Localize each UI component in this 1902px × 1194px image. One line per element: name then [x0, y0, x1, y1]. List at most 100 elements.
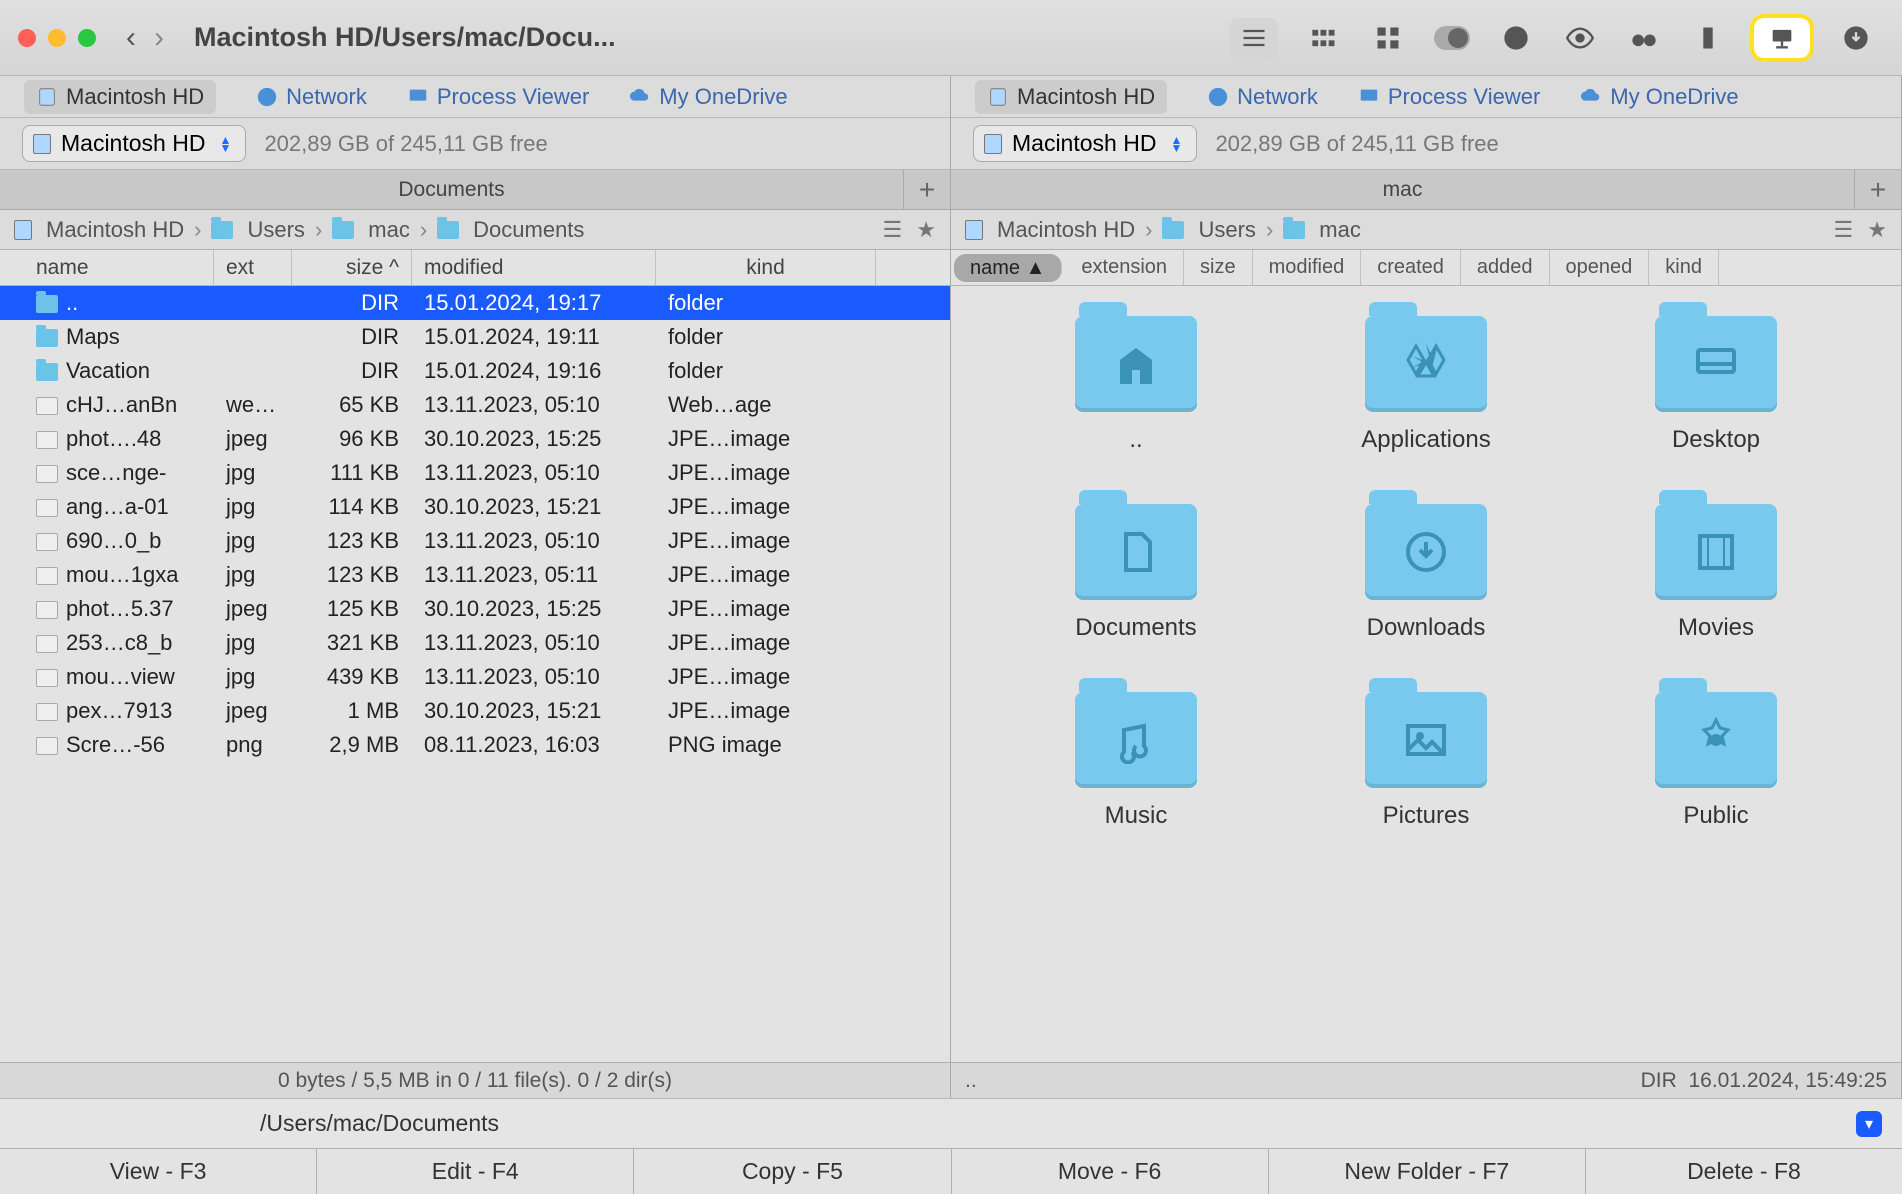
table-row[interactable]: pex…7913jpeg1 MB30.10.2023, 15:21JPE…ima… [0, 694, 950, 728]
crumb-users[interactable]: Users [211, 217, 304, 243]
table-row[interactable]: ..DIR15.01.2024, 19:17folder [0, 286, 950, 320]
fkey-move[interactable]: Move - F6 [952, 1149, 1269, 1194]
folder-public[interactable]: Public [1616, 692, 1816, 830]
icon-grid-right[interactable]: .. Applications Desktop Documents Downloads M… [951, 286, 1901, 1062]
tab-documents[interactable]: Documents [0, 170, 904, 209]
col-opened[interactable]: opened [1550, 250, 1650, 285]
favorite-icon[interactable]: ★ [916, 217, 936, 243]
tab-mac[interactable]: mac [951, 170, 1855, 209]
folder-movies[interactable]: Movies [1616, 504, 1816, 642]
bookmark-network[interactable]: Network [1207, 84, 1318, 110]
bookmark-network[interactable]: Network [256, 84, 367, 110]
folder-icon [36, 329, 58, 347]
quicklook-icon[interactable] [1562, 20, 1598, 56]
table-row[interactable]: 690…0_bjpg123 KB13.11.2023, 05:10JPE…ima… [0, 524, 950, 558]
bookmark-macintosh-hd[interactable]: Macintosh HD [24, 80, 216, 114]
cell-name: phot…5.37 [0, 596, 214, 622]
path-dropdown-icon[interactable]: ▾ [1856, 1111, 1882, 1137]
drive-button[interactable]: Macintosh HD ▲▼ [22, 125, 246, 162]
table-row[interactable]: MapsDIR15.01.2024, 19:11folder [0, 320, 950, 354]
table-row[interactable]: VacationDIR15.01.2024, 19:16folder [0, 354, 950, 388]
file-icon [36, 635, 58, 653]
folder-label: Applications [1361, 426, 1490, 454]
cell-ext: jpg [214, 630, 292, 656]
forward-button[interactable]: › [154, 21, 164, 55]
file-icon [36, 431, 58, 449]
bookmark-my-onedrive[interactable]: My OneDrive [1580, 84, 1738, 110]
back-button[interactable]: ‹ [126, 21, 136, 55]
col-modified[interactable]: modified [412, 250, 656, 285]
list-toggle-icon[interactable]: ☰ [1834, 217, 1854, 243]
folder-applications[interactable]: Applications [1326, 316, 1526, 454]
folder-pictures[interactable]: Pictures [1326, 692, 1526, 830]
fkey-delete[interactable]: Delete - F8 [1586, 1149, 1902, 1194]
binoculars-icon[interactable] [1626, 20, 1662, 56]
add-tab-right[interactable]: + [1855, 170, 1901, 209]
maximize-button[interactable] [78, 29, 96, 47]
add-tab-left[interactable]: + [904, 170, 950, 209]
table-row[interactable]: cHJ…anBnwe…65 KB13.11.2023, 05:10Web…age [0, 388, 950, 422]
table-row[interactable]: mou…viewjpg439 KB13.11.2023, 05:10JPE…im… [0, 660, 950, 694]
path-bar[interactable]: /Users/mac/Documents ▾ [0, 1098, 1902, 1148]
table-row[interactable]: ang…a-01jpg114 KB30.10.2023, 15:21JPE…im… [0, 490, 950, 524]
crumb-documents[interactable]: Documents [437, 217, 584, 243]
table-row[interactable]: phot…5.37jpeg125 KB30.10.2023, 15:25JPE…… [0, 592, 950, 626]
list-toggle-icon[interactable]: ☰ [883, 217, 903, 243]
folder-documents[interactable]: Documents [1036, 504, 1236, 642]
crumb-mac[interactable]: mac [1283, 217, 1361, 243]
minimize-button[interactable] [48, 29, 66, 47]
table-row[interactable]: sce…nge-jpg111 KB13.11.2023, 05:10JPE…im… [0, 456, 950, 490]
col-kind[interactable]: kind [1649, 250, 1719, 285]
hd-icon [36, 86, 58, 108]
archive-icon[interactable] [1690, 20, 1726, 56]
close-button[interactable] [18, 29, 36, 47]
col-name[interactable]: name ▲ [954, 254, 1062, 282]
grid-view-icon[interactable] [1370, 20, 1406, 56]
bookmark-macintosh-hd[interactable]: Macintosh HD [975, 80, 1167, 114]
col-added[interactable]: added [1461, 250, 1550, 285]
favorite-icon[interactable]: ★ [1867, 217, 1887, 243]
crumb-users[interactable]: Users [1162, 217, 1255, 243]
table-row[interactable]: Scre…-56png2,9 MB08.11.2023, 16:03PNG im… [0, 728, 950, 762]
file-list-left[interactable]: ..DIR15.01.2024, 19:17folderMapsDIR15.01… [0, 286, 950, 1062]
table-row[interactable]: phot….48jpeg96 KB30.10.2023, 15:25JPE…im… [0, 422, 950, 456]
col-name[interactable]: name [0, 250, 214, 285]
crumb-mac[interactable]: mac [332, 217, 410, 243]
crumb-macintosh hd[interactable]: Macintosh HD [965, 217, 1135, 243]
fkey-new[interactable]: New Folder - F7 [1269, 1149, 1586, 1194]
bookmark-process-viewer[interactable]: Process Viewer [407, 84, 589, 110]
list-view-icon[interactable] [1230, 18, 1278, 58]
folder-downloads[interactable]: Downloads [1326, 504, 1526, 642]
bookmark-process-viewer[interactable]: Process Viewer [1358, 84, 1540, 110]
folder-icon [332, 221, 354, 239]
folder-..[interactable]: .. [1036, 316, 1236, 454]
crumb-tools-right: ☰ ★ [1834, 217, 1887, 243]
column-view-icon[interactable] [1306, 20, 1342, 56]
toggle-icon[interactable] [1434, 20, 1470, 56]
folder-music[interactable]: Music [1036, 692, 1236, 830]
download-icon[interactable] [1838, 20, 1874, 56]
bookmarks-bar-left: Macintosh HD Network Process Viewer My OneD… [0, 76, 950, 118]
drive-button[interactable]: Macintosh HD ▲▼ [973, 125, 1197, 162]
col-created[interactable]: created [1361, 250, 1461, 285]
bookmark-my-onedrive[interactable]: My OneDrive [629, 84, 787, 110]
info-icon[interactable] [1498, 20, 1534, 56]
col-modified[interactable]: modified [1253, 250, 1362, 285]
col-ext[interactable]: ext [214, 250, 292, 285]
folder-label: Music [1105, 802, 1168, 830]
fkey-copy[interactable]: Copy - F5 [634, 1149, 951, 1194]
crumb-macintosh hd[interactable]: Macintosh HD [14, 217, 184, 243]
cell-modified: 08.11.2023, 16:03 [412, 732, 656, 758]
folder-desktop[interactable]: Desktop [1616, 316, 1816, 454]
status-date: 16.01.2024, 15:49:25 [1688, 1069, 1887, 1092]
col-size[interactable]: size [1184, 250, 1253, 285]
col-kind[interactable]: kind [656, 250, 876, 285]
cell-name: Vacation [0, 358, 214, 384]
network-share-icon[interactable] [1754, 18, 1810, 58]
fkey-view[interactable]: View - F3 [0, 1149, 317, 1194]
table-row[interactable]: mou…1gxajpg123 KB13.11.2023, 05:11JPE…im… [0, 558, 950, 592]
table-row[interactable]: 253…c8_bjpg321 KB13.11.2023, 05:10JPE…im… [0, 626, 950, 660]
fkey-edit[interactable]: Edit - F4 [317, 1149, 634, 1194]
col-extension[interactable]: extension [1065, 250, 1184, 285]
col-size[interactable]: size ^ [292, 250, 412, 285]
